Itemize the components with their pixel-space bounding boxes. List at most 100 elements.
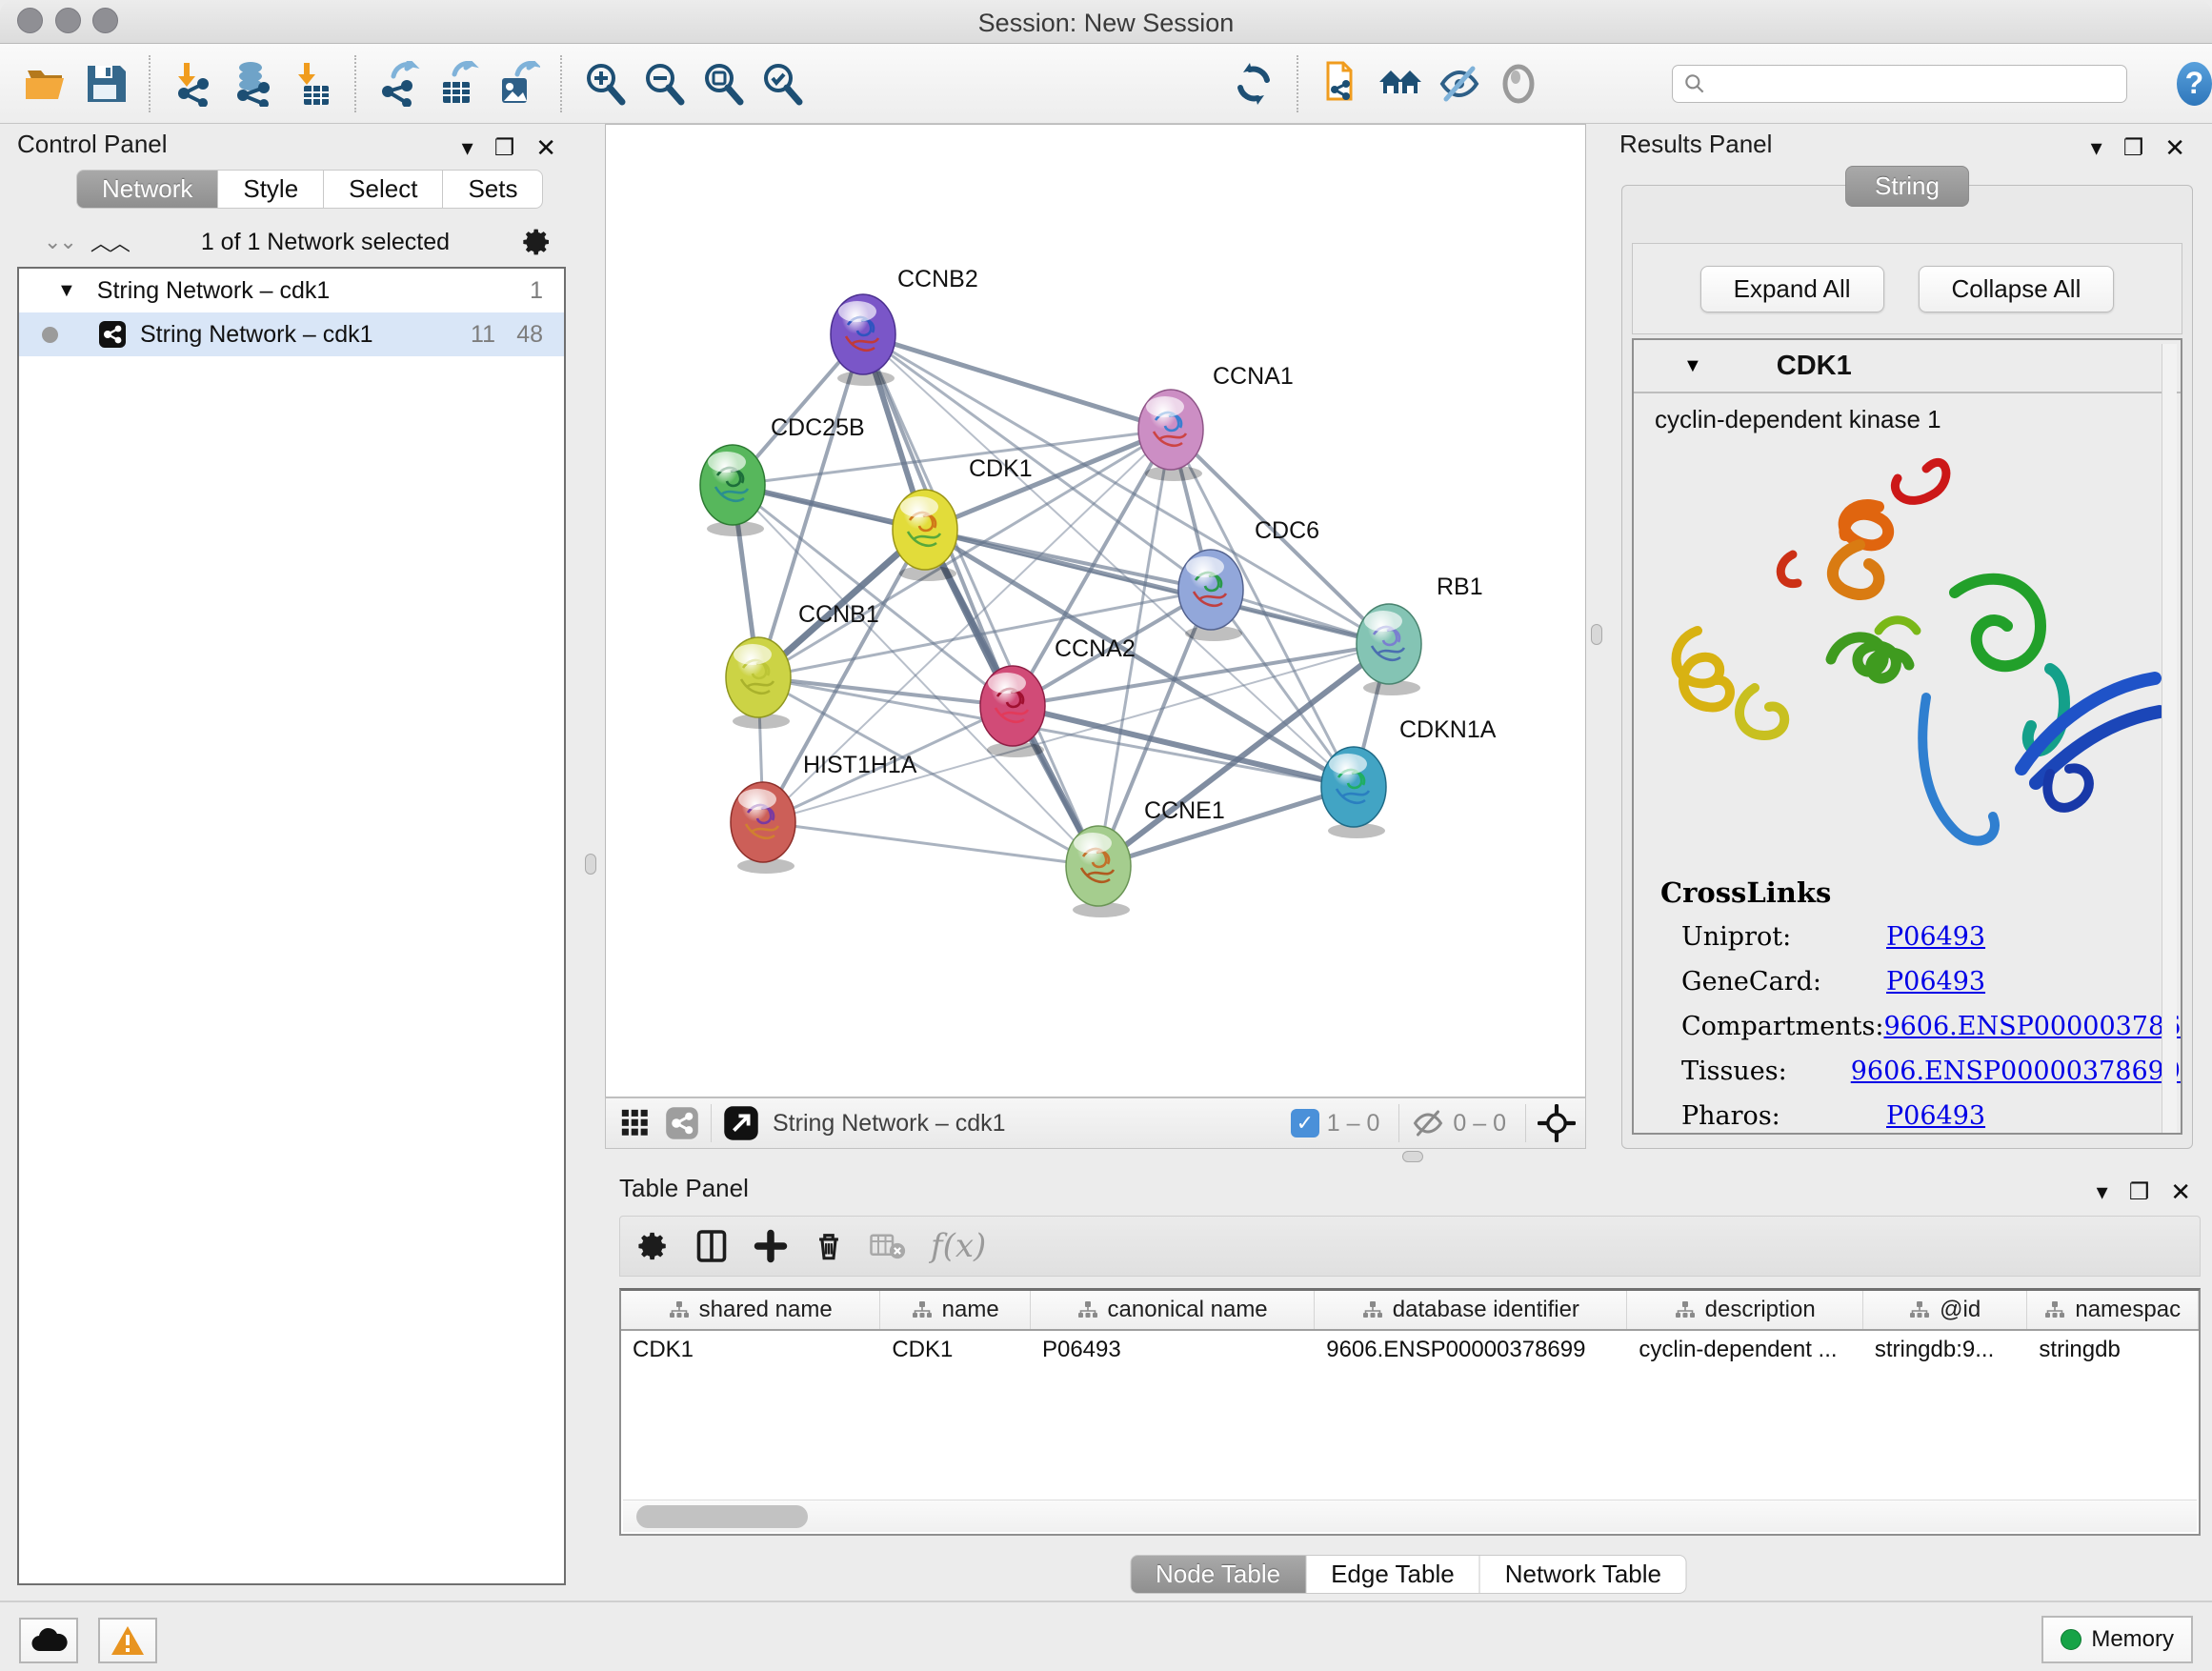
delete-column-icon[interactable]	[813, 1230, 845, 1262]
memory-button[interactable]: Memory	[2041, 1616, 2193, 1663]
edge-CCNB2-CCNA1[interactable]	[863, 334, 1171, 430]
table-cell[interactable]: CDK1	[621, 1331, 880, 1373]
help-button[interactable]: ?	[2177, 62, 2212, 106]
show-columns-icon[interactable]	[694, 1229, 729, 1263]
birdseye-grid-icon[interactable]	[619, 1107, 652, 1139]
table-cell[interactable]: P06493	[1031, 1331, 1315, 1373]
delete-table-icon[interactable]	[870, 1232, 906, 1260]
panel-close-icon[interactable]: ✕	[535, 133, 556, 163]
tab-edge-table[interactable]: Edge Table	[1306, 1555, 1480, 1594]
tab-network-table[interactable]: Network Table	[1480, 1555, 1687, 1594]
export-network-icon[interactable]	[376, 59, 422, 109]
column-header-name[interactable]: name	[880, 1291, 1031, 1329]
table-gear-icon[interactable]	[637, 1230, 670, 1262]
node-RB1[interactable]: RB1	[1357, 574, 1483, 695]
edge-CCNB2-RB1[interactable]	[863, 334, 1389, 644]
add-column-icon[interactable]	[754, 1229, 788, 1263]
node-CCNB2[interactable]: CCNB2	[831, 266, 978, 386]
collapse-all-button[interactable]: Collapse All	[1919, 266, 2115, 312]
node-HIST1H1A[interactable]: HIST1H1A	[731, 752, 917, 874]
tab-sets[interactable]: Sets	[443, 170, 543, 209]
panel-float-icon[interactable]: ❐	[2129, 1178, 2150, 1206]
panel-menu-icon[interactable]: ▾	[462, 134, 473, 162]
node-CCNE1[interactable]: CCNE1	[1066, 797, 1225, 917]
collapse-triangle-icon[interactable]: ▼	[1683, 355, 1702, 377]
column-header-canonical-name[interactable]: canonical name	[1031, 1291, 1315, 1329]
horizontal-splitter-handle[interactable]	[1402, 1151, 1423, 1162]
crosslink-link[interactable]: P06493	[1886, 922, 1985, 952]
zoom-out-icon[interactable]	[641, 59, 687, 109]
column-header-@id[interactable]: @id	[1863, 1291, 2028, 1329]
open-session-icon[interactable]	[24, 59, 70, 109]
collapse-all-icon[interactable]: ⌄⌄	[44, 230, 75, 254]
left-splitter-handle[interactable]	[585, 854, 596, 875]
protein-header-row[interactable]: ▼ CDK1	[1634, 340, 2181, 393]
open-in-window-icon[interactable]	[723, 1105, 759, 1141]
tab-node-table[interactable]: Node Table	[1130, 1555, 1306, 1594]
table-row[interactable]: CDK1CDK1P064939606.ENSP00000378699cyclin…	[621, 1331, 2199, 1373]
refresh-icon[interactable]	[1231, 59, 1277, 109]
collection-expand-icon[interactable]: ▼	[57, 280, 76, 302]
crosslink-link[interactable]: P06493	[1886, 967, 1985, 997]
edge-CDK1-RB1[interactable]	[925, 530, 1389, 644]
scrollbar-thumb[interactable]	[636, 1505, 808, 1528]
results-scrollbar[interactable]	[2162, 344, 2177, 1133]
string-document-icon[interactable]	[1318, 59, 1364, 109]
column-header-database-identifier[interactable]: database identifier	[1315, 1291, 1627, 1329]
node-CDKN1A[interactable]: CDKN1A	[1321, 716, 1497, 838]
export-table-icon[interactable]	[435, 59, 481, 109]
crosslink-link[interactable]: 9606.ENSP00000378699	[1883, 1012, 2182, 1041]
panel-close-icon[interactable]: ✕	[2164, 133, 2185, 163]
tab-style[interactable]: Style	[218, 170, 324, 209]
panel-close-icon[interactable]: ✕	[2170, 1178, 2191, 1207]
table-cell[interactable]: cyclin-dependent ...	[1627, 1331, 1862, 1373]
tab-network[interactable]: Network	[76, 170, 218, 209]
cloud-status-button[interactable]	[19, 1618, 78, 1663]
fit-selected-crosshair-icon[interactable]	[1538, 1104, 1576, 1142]
export-image-icon[interactable]	[494, 59, 540, 109]
column-header-shared-name[interactable]: shared name	[621, 1291, 880, 1329]
tab-string[interactable]: String	[1845, 166, 1969, 207]
crosslink-link[interactable]: P06493	[1886, 1101, 1985, 1131]
save-session-icon[interactable]	[83, 59, 129, 109]
table-cell[interactable]: stringdb	[2027, 1331, 2199, 1373]
panel-float-icon[interactable]: ❐	[494, 134, 515, 162]
zoom-in-icon[interactable]	[582, 59, 628, 109]
expand-all-icon[interactable]: ︿︿	[90, 227, 129, 257]
tab-select[interactable]: Select	[324, 170, 443, 209]
string-network-graph[interactable]: CCNB2CCNA1CDC25BCDK1CDC6RB1CCNB1CCNA2CDK…	[606, 125, 1587, 1098]
table-cell[interactable]: stringdb:9...	[1863, 1331, 2028, 1373]
table-cell[interactable]: CDK1	[880, 1331, 1031, 1373]
import-network-file-icon[interactable]	[171, 59, 216, 109]
home-neighbors-icon[interactable]	[1377, 59, 1423, 109]
panel-menu-icon[interactable]: ▾	[2091, 134, 2102, 162]
warnings-button[interactable]	[98, 1618, 157, 1663]
function-builder-icon[interactable]: f(x)	[931, 1227, 986, 1265]
search-input[interactable]	[1707, 70, 2117, 97]
column-header-namespac[interactable]: namespac	[2027, 1291, 2199, 1329]
import-table-icon[interactable]	[289, 59, 334, 109]
zoom-selected-icon[interactable]	[759, 59, 805, 109]
node-table[interactable]: shared namenamecanonical namedatabase id…	[619, 1288, 2201, 1536]
panel-menu-icon[interactable]: ▾	[2097, 1178, 2108, 1206]
selected-checkbox-icon[interactable]: ✓	[1291, 1109, 1319, 1137]
panel-float-icon[interactable]: ❐	[2123, 134, 2144, 162]
crosslink-link[interactable]: 9606.ENSP00000378699	[1851, 1057, 2181, 1086]
column-header-description[interactable]: description	[1627, 1291, 1862, 1329]
search-field[interactable]	[1672, 65, 2127, 103]
edge-HIST1H1A-CCNE1[interactable]	[763, 822, 1098, 866]
import-network-database-icon[interactable]	[230, 59, 275, 109]
expand-all-button[interactable]: Expand All	[1700, 266, 1884, 312]
right-splitter-handle[interactable]	[1591, 624, 1602, 645]
edge-CCNB2-CCNE1[interactable]	[863, 334, 1098, 866]
hide-selected-icon[interactable]	[1437, 59, 1482, 109]
network-collection-row[interactable]: ▼ String Network – cdk1 1	[19, 269, 564, 312]
show-all-icon[interactable]	[1496, 59, 1541, 109]
table-cell[interactable]: 9606.ENSP00000378699	[1315, 1331, 1627, 1373]
network-share-icon[interactable]	[665, 1106, 699, 1140]
node-CCNA1[interactable]: CCNA1	[1138, 363, 1294, 481]
zoom-fit-icon[interactable]	[700, 59, 746, 109]
options-gear-icon[interactable]	[522, 227, 553, 257]
edge-CDKN1A-CCNE1[interactable]	[1098, 787, 1354, 866]
table-horizontal-scrollbar[interactable]	[623, 1500, 2197, 1532]
